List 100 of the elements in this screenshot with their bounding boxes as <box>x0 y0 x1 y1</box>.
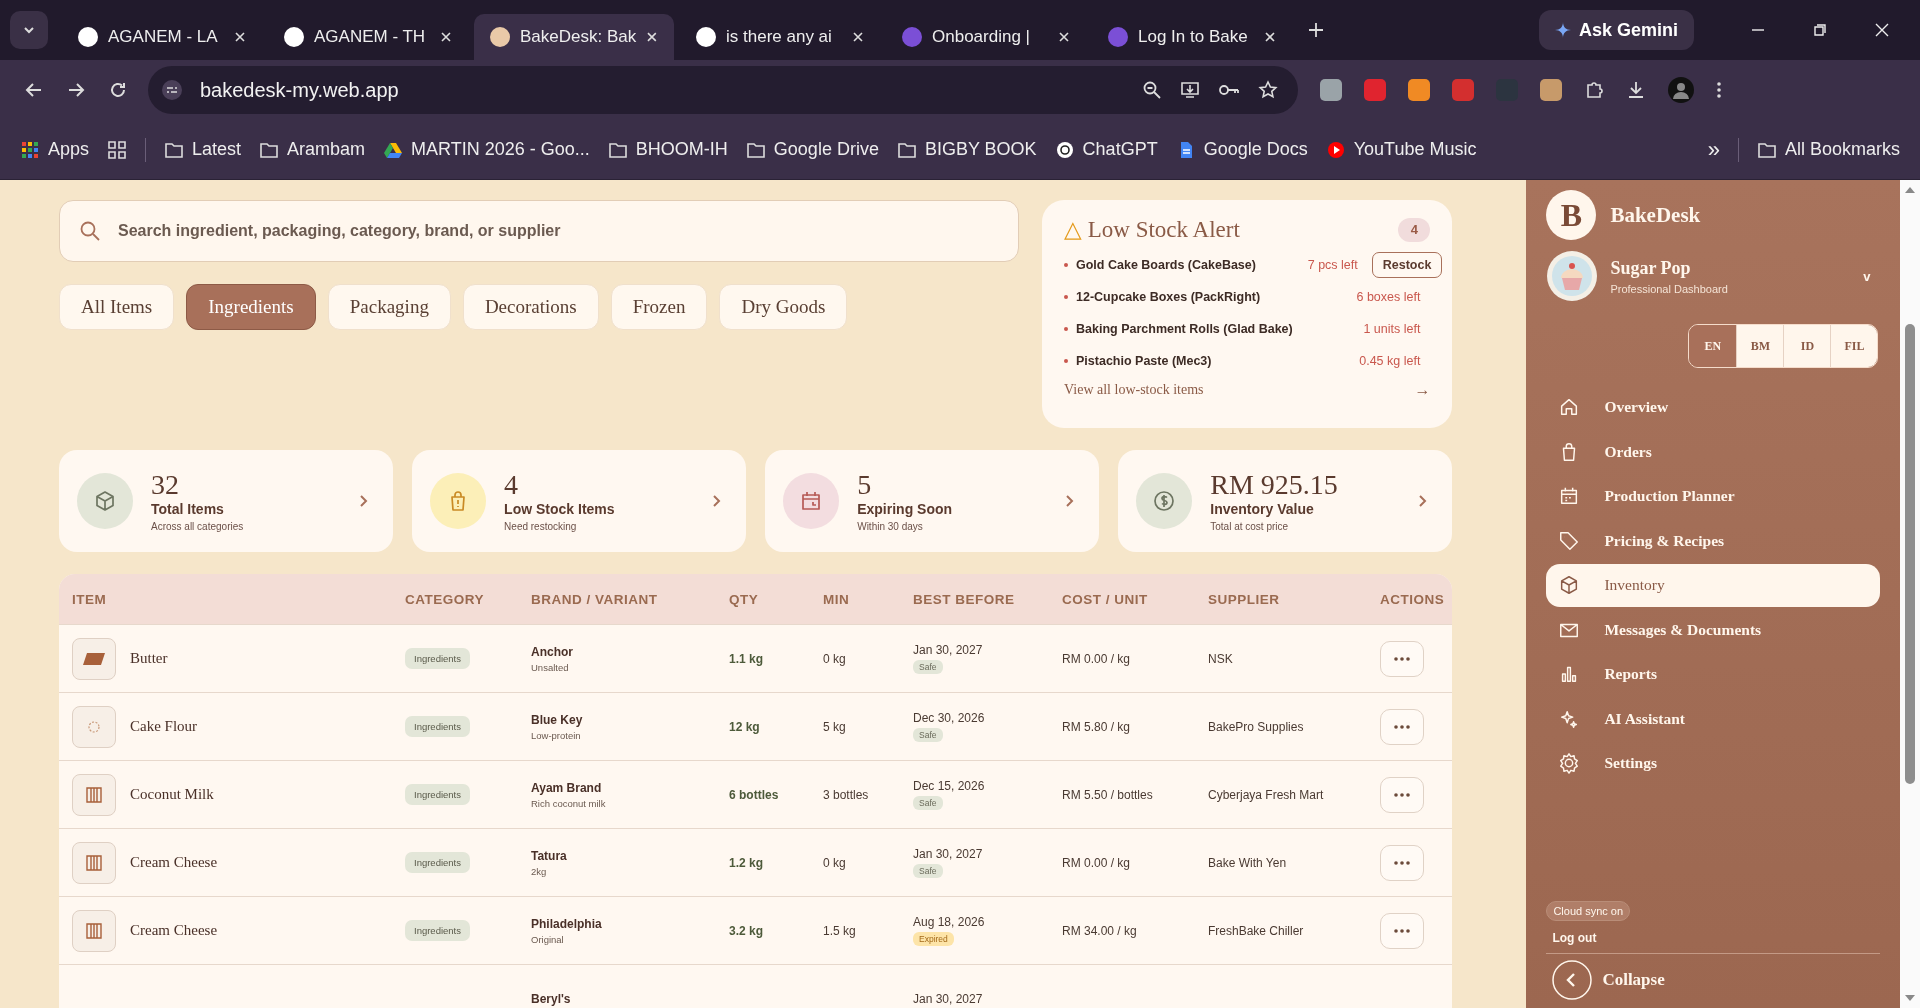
browser-tab[interactable]: AGANEM - LA <box>62 14 262 60</box>
bookmark[interactable]: Arambam <box>259 139 366 160</box>
extension-icon[interactable] <box>1408 79 1430 101</box>
restock-button[interactable]: Restock <box>1371 252 1443 278</box>
language-option[interactable]: FIL <box>1830 325 1878 367</box>
star-icon[interactable] <box>1258 80 1278 100</box>
scroll-up-icon[interactable] <box>1904 186 1917 194</box>
bookmark[interactable]: All Bookmarks <box>1756 139 1900 160</box>
extension-icon[interactable] <box>1364 79 1386 101</box>
filter-tab[interactable]: Packaging <box>327 284 451 330</box>
unit-cost: RM 0.00 / kg <box>1062 651 1131 666</box>
filter-tab[interactable]: Frozen <box>610 284 708 330</box>
more-actions-button[interactable] <box>1380 640 1424 677</box>
zoom-icon[interactable] <box>1142 80 1162 100</box>
scroll-thumb[interactable] <box>1905 324 1916 784</box>
item-name: Gold Cake Boards (CakeBase) <box>1076 258 1257 272</box>
more-actions-button[interactable] <box>1380 844 1424 881</box>
nav-item[interactable]: Inventory <box>1546 564 1881 607</box>
more-actions-button[interactable] <box>1380 708 1424 745</box>
nav-item[interactable]: Overview <box>1546 386 1881 429</box>
puzzle-icon[interactable] <box>1584 80 1604 100</box>
scroll-down-icon[interactable] <box>1904 994 1917 1002</box>
stat-card[interactable]: 32 Total Items Across all categories <box>59 450 394 552</box>
stat-caption: Total at cost price <box>1210 520 1290 532</box>
arrow-link[interactable]: → <box>1414 381 1431 399</box>
shop-logo-icon <box>1546 250 1599 302</box>
close-icon[interactable] <box>1874 22 1890 38</box>
avatar-icon[interactable] <box>1668 77 1694 103</box>
browser-tab[interactable]: AGANEM - TH <box>268 14 468 60</box>
view-all-link[interactable]: View all low-stock items <box>1064 382 1204 398</box>
nav-item[interactable]: Reports <box>1546 653 1881 696</box>
close-icon[interactable] <box>234 31 246 43</box>
best-before-date: Jan 30, 2027 <box>913 991 983 1006</box>
nav-item[interactable]: Pricing & Recipes <box>1546 519 1881 562</box>
close-icon[interactable] <box>646 31 658 43</box>
bookmark-label: Apps <box>48 139 90 160</box>
site-settings-icon[interactable] <box>162 80 182 100</box>
bookmark[interactable]: BHOOM-IH <box>607 139 728 160</box>
extension-icon[interactable] <box>1540 79 1562 101</box>
logout-link[interactable]: Log out <box>1552 931 1881 945</box>
filter-tab[interactable]: All Items <box>59 284 175 330</box>
bookmark[interactable]: YouTube Music <box>1325 139 1477 160</box>
butter-icon <box>83 651 105 666</box>
grid-icon[interactable] <box>107 139 128 160</box>
install-icon[interactable] <box>1180 80 1200 100</box>
quantity: 6 bottles <box>729 787 779 802</box>
bookmark[interactable]: Apps <box>20 139 90 160</box>
collapse-button[interactable]: Collapse <box>1546 953 1881 1000</box>
search-field[interactable]: Search ingredient, packaging, category, brand, or supplier <box>59 200 1019 262</box>
filter-tab[interactable]: Ingredients <box>186 284 316 330</box>
close-icon[interactable] <box>440 31 452 43</box>
browser-tab[interactable]: Onboarding | <box>886 14 1086 60</box>
best-before-date: Aug 18, 2026 <box>913 915 985 929</box>
bookmark[interactable]: ChatGPT <box>1054 139 1158 160</box>
bookmark[interactable]: Google Drive <box>745 139 879 160</box>
menu-icon[interactable] <box>1716 80 1722 100</box>
nav-item[interactable]: Messages & Documents <box>1546 608 1881 651</box>
item-name: Coconut Milk <box>130 786 214 803</box>
extension-icon[interactable] <box>1452 79 1474 101</box>
nav-item[interactable]: Orders <box>1546 430 1881 473</box>
bookmark[interactable]: BIGBY BOOK <box>896 139 1037 160</box>
shop-switcher[interactable]: Sugar Pop Professional Dashboard v <box>1546 250 1881 302</box>
nav-item[interactable]: Production Planner <box>1546 475 1881 518</box>
language-option[interactable]: ID <box>1783 325 1831 367</box>
more-bookmarks-button[interactable]: » <box>1707 136 1720 163</box>
close-icon[interactable] <box>852 31 864 43</box>
stat-card[interactable]: 4 Low Stock Items Need restocking <box>412 450 747 552</box>
browser-tab[interactable]: BakeDesk: Bak <box>474 14 674 60</box>
language-option[interactable]: BM <box>1736 325 1784 367</box>
nav-item[interactable]: AI Assistant <box>1546 697 1881 740</box>
bookmark[interactable]: Google Docs <box>1175 139 1308 160</box>
box-icon <box>93 489 117 513</box>
dollar-icon <box>1152 489 1177 513</box>
extension-icon[interactable] <box>1320 79 1342 101</box>
scrollbar[interactable] <box>1900 180 1920 1008</box>
filter-tab[interactable]: Decorations <box>462 284 599 330</box>
new-tab-icon[interactable] <box>1308 22 1324 38</box>
browser-tab[interactable]: Log In to Bake <box>1092 14 1292 60</box>
more-actions-button[interactable] <box>1380 912 1424 949</box>
close-icon[interactable] <box>1058 31 1070 43</box>
best-before-date: Jan 30, 2027 <box>913 643 983 657</box>
stat-card[interactable]: RM 925.15 Inventory Value Total at cost price <box>1118 450 1453 552</box>
nav-item[interactable]: Settings <box>1546 742 1881 785</box>
browser-tab[interactable]: is there any ai <box>680 14 880 60</box>
address-bar[interactable]: bakedesk-my.web.app <box>148 66 1298 114</box>
shop-subtitle: Professional Dashboard <box>1610 282 1729 295</box>
restore-icon[interactable] <box>1812 22 1828 38</box>
gemini-button[interactable]: Ask Gemini <box>1538 10 1694 50</box>
bookmark-label: ChatGPT <box>1082 139 1158 160</box>
close-icon[interactable] <box>1264 31 1276 43</box>
best-before-date: Dec 15, 2026 <box>913 779 985 793</box>
supplier-name: FreshBake Chiller <box>1208 923 1304 938</box>
bullet-icon <box>1064 327 1068 331</box>
download-icon[interactable] <box>1626 80 1646 100</box>
more-actions-button[interactable] <box>1380 776 1424 813</box>
reload-icon[interactable] <box>108 80 128 100</box>
filter-tab[interactable]: Dry Goods <box>719 284 848 330</box>
stock-left: 7 pcs left <box>1307 258 1358 272</box>
bookmark[interactable]: Latest <box>164 139 242 160</box>
stat-card[interactable]: 5 Expiring Soon Within 30 days <box>765 450 1100 552</box>
